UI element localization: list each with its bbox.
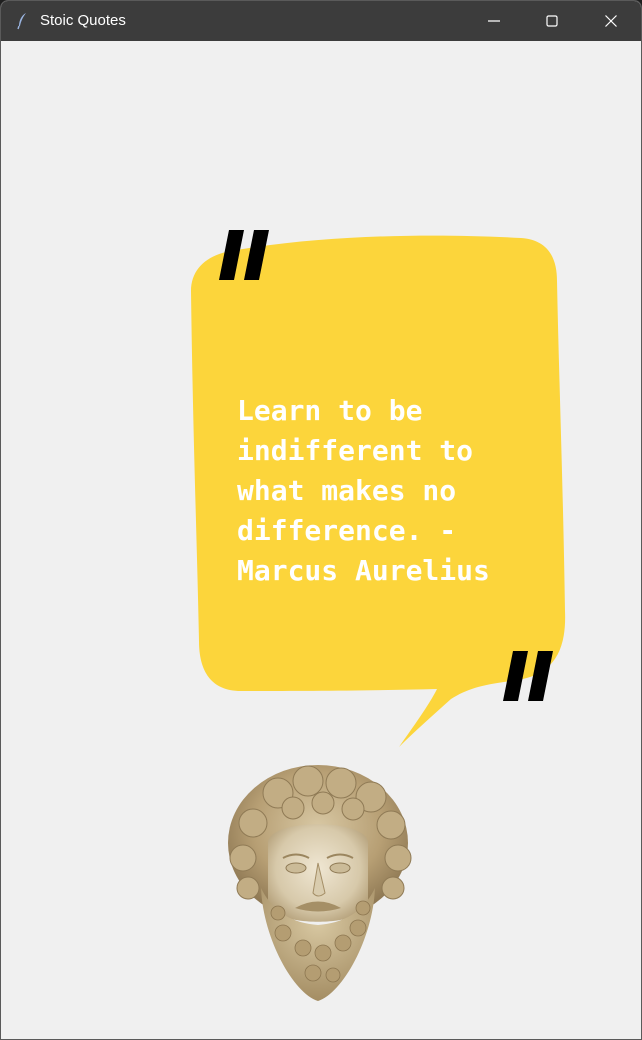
minimize-button[interactable]	[465, 1, 523, 41]
quote-text: Learn to be indifferent to what makes no…	[237, 394, 490, 587]
title-bar[interactable]: Stoic Quotes	[1, 1, 641, 41]
client-area: Learn to be indifferent to what makes no…	[1, 41, 641, 1039]
minimize-icon	[488, 20, 500, 22]
close-icon	[605, 15, 617, 27]
maximize-button[interactable]	[523, 1, 581, 41]
marcus-aurelius-bust-image	[228, 765, 412, 1001]
app-window: Stoic Quotes Learn to be indifferent to …	[0, 0, 642, 1040]
maximize-icon	[546, 15, 558, 27]
window-title: Stoic Quotes	[40, 12, 126, 29]
close-button[interactable]	[582, 1, 640, 41]
feather-icon	[17, 13, 26, 30]
